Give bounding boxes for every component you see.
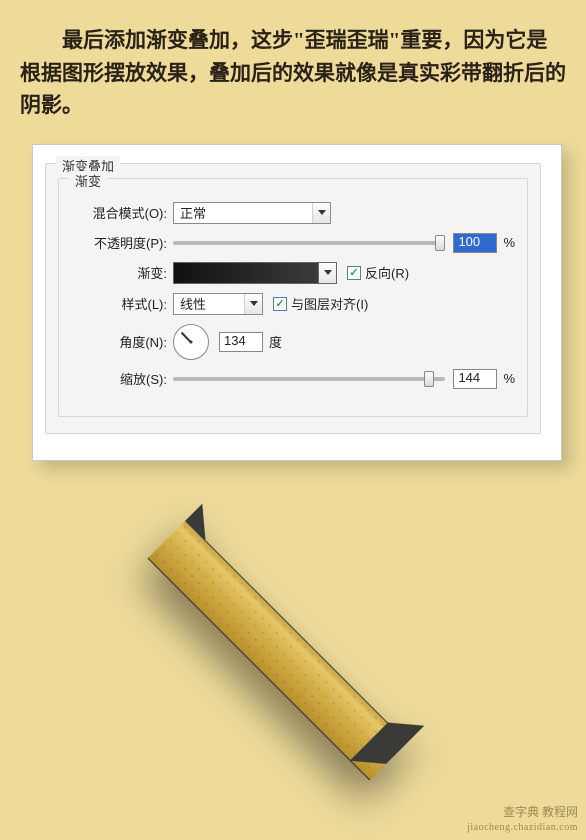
opacity-row: 不透明度(P): 100 %: [71, 233, 515, 253]
style-row: 样式(L): 线性 ✓ 与图层对齐(I): [71, 293, 515, 315]
scale-unit: %: [497, 371, 515, 386]
style-value: 线性: [174, 294, 244, 313]
align-checkbox-wrap[interactable]: ✓ 与图层对齐(I): [273, 294, 368, 313]
gradient-row: 渐变: ✓ 反向(R): [71, 262, 515, 284]
blend-mode-label: 混合模式(O):: [71, 203, 173, 222]
angle-unit: 度: [263, 332, 282, 351]
ribbon-preview: [118, 498, 418, 818]
blend-mode-select[interactable]: 正常: [173, 202, 331, 224]
reverse-checkbox[interactable]: ✓: [347, 266, 361, 280]
chevron-down-icon[interactable]: [319, 262, 337, 284]
angle-dial[interactable]: [173, 324, 209, 360]
inner-fieldset: 渐变 混合模式(O): 正常 不透明度(P): 100 % 渐变:: [58, 178, 528, 417]
align-checkbox[interactable]: ✓: [273, 297, 287, 311]
chevron-down-icon[interactable]: [244, 294, 262, 314]
scale-row: 缩放(S): 144 %: [71, 369, 515, 389]
opacity-slider[interactable]: [173, 241, 445, 245]
scale-slider[interactable]: [173, 377, 445, 381]
ribbon-graphic: [122, 492, 436, 806]
blend-mode-row: 混合模式(O): 正常: [71, 202, 515, 224]
opacity-unit: %: [497, 235, 515, 250]
angle-label: 角度(N):: [71, 332, 173, 351]
watermark-line2: jiaocheng.chazidian.com: [467, 821, 578, 834]
angle-row: 角度(N): 134 度: [71, 324, 515, 360]
gradient-swatch-preview[interactable]: [173, 262, 319, 284]
watermark-line1: 查字典 教程网: [467, 805, 578, 821]
scale-label: 缩放(S):: [71, 369, 173, 388]
watermark: 查字典 教程网 jiaocheng.chazidian.com: [467, 805, 578, 834]
angle-input[interactable]: 134: [219, 332, 263, 352]
outer-fieldset: 渐变叠加 渐变 混合模式(O): 正常 不透明度(P): 100 % 渐变:: [45, 163, 541, 434]
gradient-picker[interactable]: [173, 262, 337, 284]
opacity-input[interactable]: 100: [453, 233, 497, 253]
chevron-down-icon[interactable]: [312, 203, 330, 223]
reverse-checkbox-wrap[interactable]: ✓ 反向(R): [347, 263, 409, 282]
angle-dial-center: [190, 340, 193, 343]
align-label: 与图层对齐(I): [291, 294, 368, 313]
scale-input[interactable]: 144: [453, 369, 497, 389]
style-select[interactable]: 线性: [173, 293, 263, 315]
scale-slider-thumb[interactable]: [424, 371, 434, 387]
opacity-label: 不透明度(P):: [71, 233, 173, 252]
gradient-label: 渐变:: [71, 263, 173, 282]
inner-legend: 渐变: [69, 171, 107, 190]
style-label: 样式(L):: [71, 294, 173, 313]
opacity-slider-thumb[interactable]: [435, 235, 445, 251]
gradient-overlay-panel: 渐变叠加 渐变 混合模式(O): 正常 不透明度(P): 100 % 渐变:: [32, 144, 562, 461]
reverse-label: 反向(R): [365, 263, 409, 282]
blend-mode-value: 正常: [174, 203, 312, 222]
intro-paragraph: 最后添加渐变叠加，这步"歪瑞歪瑞"重要，因为它是根据图形摆放效果，叠加后的效果就…: [0, 0, 586, 140]
